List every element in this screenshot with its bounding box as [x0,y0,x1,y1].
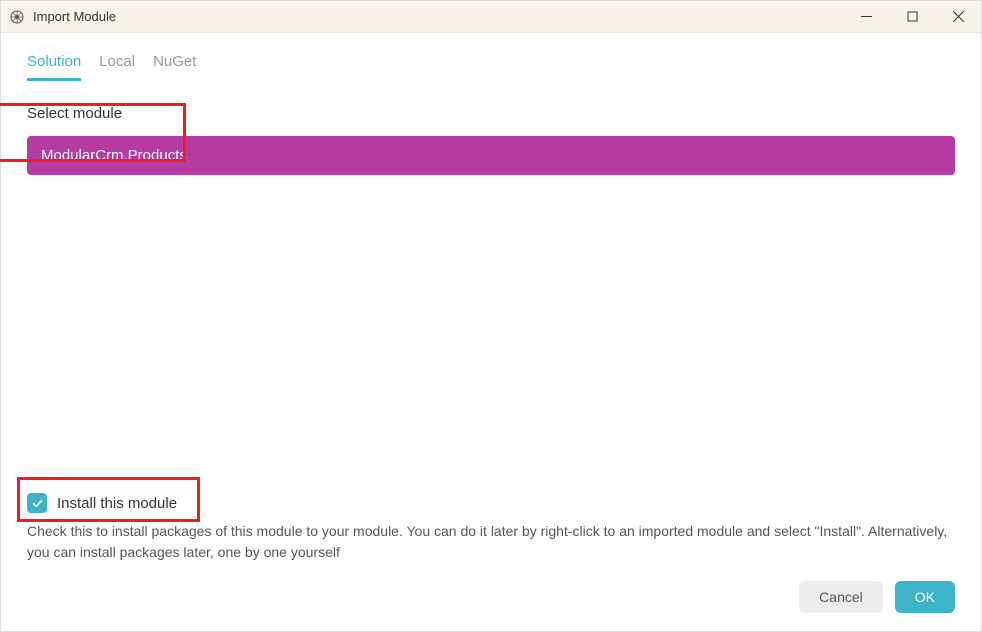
install-checkbox[interactable] [27,493,47,513]
tab-local[interactable]: Local [99,53,135,81]
module-item-modularcrm-products[interactable]: ModularCrm.Products [27,136,955,175]
minimize-button[interactable] [843,1,889,32]
select-module-label: Select module [27,105,955,122]
ok-button[interactable]: OK [895,581,955,613]
window-title: Import Module [33,9,843,24]
app-icon [9,9,25,25]
tab-solution[interactable]: Solution [27,53,81,81]
install-help-text: Check this to install packages of this m… [27,521,955,563]
window-controls [843,1,981,32]
module-list: ModularCrm.Products [27,136,955,481]
cancel-button[interactable]: Cancel [799,581,883,613]
tab-nuget[interactable]: NuGet [153,53,196,81]
install-checkbox-row: Install this module [27,493,955,513]
titlebar: Import Module [1,1,981,33]
content-area: Solution Local NuGet Select module Modul… [1,33,981,631]
maximize-button[interactable] [889,1,935,32]
dialog-buttons: Cancel OK [27,581,955,613]
tabs: Solution Local NuGet [27,53,955,81]
install-checkbox-label: Install this module [57,495,177,512]
close-button[interactable] [935,1,981,32]
